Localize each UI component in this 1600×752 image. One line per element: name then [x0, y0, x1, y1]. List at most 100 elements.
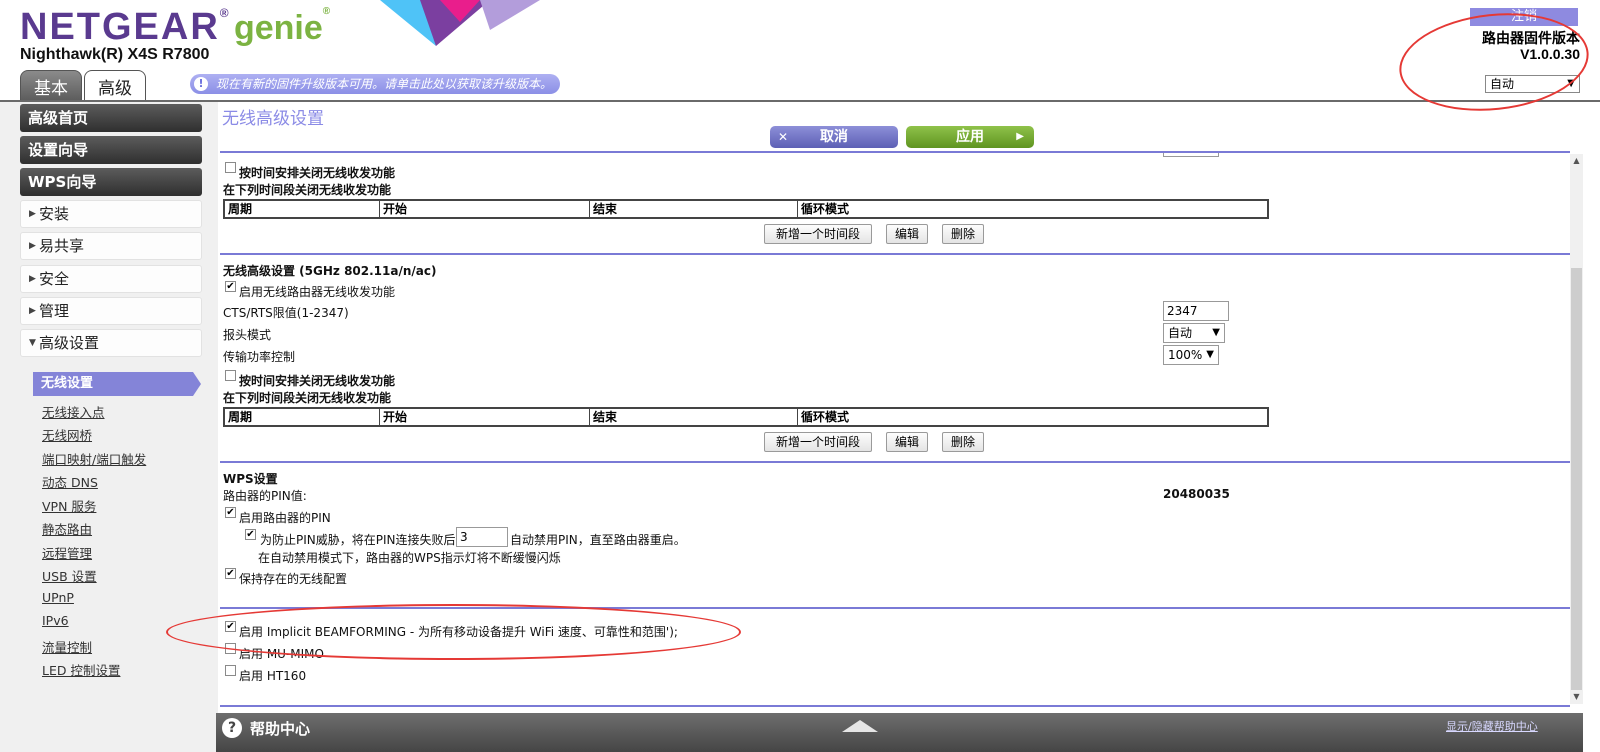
page-title: 无线高级设置	[222, 109, 324, 129]
top-tabs: 基本 高级	[20, 70, 146, 102]
brand-name: NETGEAR	[20, 6, 220, 48]
divider	[220, 253, 1570, 255]
apply-label: 应用	[956, 129, 984, 145]
add-period-button-24g[interactable]: 新增一个时间段	[764, 224, 872, 244]
col-repeat: 循环模式	[801, 202, 850, 216]
info-icon: !	[194, 77, 208, 91]
tab-advanced[interactable]: 高级	[84, 70, 146, 102]
sidebar-item-wps-wizard[interactable]: WPS向导	[20, 168, 202, 196]
edit-button-5g[interactable]: 编辑	[886, 432, 928, 452]
scroll-up-icon[interactable]: ▲	[1570, 154, 1583, 168]
schedule-off-checkbox-24g[interactable]	[225, 162, 236, 173]
sidebar-sub-port-forwarding[interactable]: 端口映射/端口触发	[42, 449, 146, 468]
keep-config-checkbox[interactable]: ✔	[225, 568, 236, 579]
sidebar-sub-usb-settings[interactable]: USB 设置	[42, 566, 97, 585]
partial-field	[1163, 153, 1219, 157]
router-pin-label: 路由器的PIN值:	[223, 489, 307, 503]
schedule-off-checkbox-5g[interactable]	[225, 370, 236, 381]
sidebar-sub-wireless-bridge[interactable]: 无线网桥	[42, 425, 92, 444]
wps-section-title: WPS设置	[223, 472, 278, 486]
preamble-value: 自动	[1168, 326, 1193, 340]
tx-power-select[interactable]: 100% ▼	[1163, 345, 1219, 365]
pin-protect-label-pre: 为防止PIN威胁，将在PIN连接失败后	[260, 533, 456, 547]
col-period: 周期	[225, 201, 380, 217]
sidebar-sub-remote-management[interactable]: 远程管理	[42, 543, 92, 562]
ht160-checkbox[interactable]	[225, 665, 236, 676]
sidebar-sub-wireless-ap[interactable]: 无线接入点	[42, 402, 105, 421]
tx-power-label: 传输功率控制	[223, 350, 296, 364]
triangle-down-icon: ▼	[29, 338, 36, 348]
chevron-down-icon: ▼	[1212, 327, 1220, 338]
scroll-down-icon[interactable]: ▼	[1570, 690, 1583, 704]
pin-lock-note: 在自动禁用模式下，路由器的WPS指示灯将不断缓慢闪烁	[258, 551, 561, 565]
add-period-button-5g[interactable]: 新增一个时间段	[764, 432, 872, 452]
enable-radio-checkbox-5g[interactable]: ✔	[225, 281, 236, 292]
firmware-update-notice[interactable]: ! 现在有新的固件升级版本可用。请单击此处以获取该升级版本。	[190, 74, 560, 94]
sidebar-sub-wireless-settings[interactable]: 无线设置	[33, 372, 201, 396]
col-end: 结束	[590, 409, 798, 425]
col-repeat: 循环模式	[801, 410, 850, 424]
triangle-right-icon: ▶	[29, 241, 36, 251]
router-pin-value: 20480035	[1163, 487, 1230, 501]
expand-arrow-icon[interactable]	[842, 720, 878, 732]
col-period: 周期	[225, 409, 380, 425]
triangle-right-icon: ▶	[29, 274, 36, 284]
toggle-help-link[interactable]: 显示/隐藏帮助中心	[1446, 718, 1538, 734]
sidebar-sub-vpn[interactable]: VPN 服务	[42, 496, 96, 515]
sidebar-item-label: 易共享	[39, 237, 85, 255]
cancel-button[interactable]: ✕ 取消	[770, 126, 898, 148]
sidebar-item-administration[interactable]: ▶ 管理	[20, 297, 202, 325]
sidebar: 高级首页 设置向导 WPS向导 ▶ 安装 ▶ 易共享 ▶ 安全 ▶ 管理 ▼ 高…	[0, 102, 218, 752]
help-center-title: 帮助中心	[250, 720, 311, 738]
schedule-table-24g: 周期 开始 结束 循环模式	[223, 199, 1269, 219]
edit-button-24g[interactable]: 编辑	[886, 224, 928, 244]
divider	[220, 705, 1570, 707]
close-icon: ✕	[778, 130, 789, 144]
triangle-right-icon: ▶	[29, 209, 36, 219]
router-model: Nighthawk(R) X4S R7800	[20, 46, 210, 63]
sidebar-sub-traffic-meter[interactable]: 流量控制	[42, 637, 92, 656]
sidebar-item-readyshare[interactable]: ▶ 易共享	[20, 232, 202, 260]
help-center-bar: ? 帮助中心 显示/隐藏帮助中心	[216, 713, 1583, 752]
cts-rts-input[interactable]: 2347	[1163, 301, 1229, 321]
sidebar-item-advanced-home[interactable]: 高级首页	[20, 104, 202, 132]
cts-rts-label: CTS/RTS限值(1-2347)	[223, 306, 349, 320]
schedule-off-label-24g: 按时间安排关闭无线收发功能	[239, 166, 396, 180]
sidebar-sub-led-control[interactable]: LED 控制设置	[42, 660, 120, 679]
enable-pin-checkbox[interactable]: ✔	[225, 507, 236, 518]
divider	[220, 461, 1570, 463]
col-end: 结束	[590, 201, 798, 217]
sidebar-sub-ipv6[interactable]: IPv6	[42, 613, 69, 628]
sidebar-sub-upnp[interactable]: UPnP	[42, 590, 74, 605]
question-icon: ?	[222, 718, 242, 738]
sidebar-item-label: 安全	[39, 270, 70, 288]
preamble-select[interactable]: 自动 ▼	[1163, 323, 1225, 343]
pin-fail-count-input[interactable]: 3	[456, 527, 508, 547]
chevron-down-icon: ▼	[1206, 349, 1214, 360]
header-decoration	[380, 0, 540, 46]
sidebar-sub-static-routes[interactable]: 静态路由	[42, 519, 92, 538]
col-start: 开始	[380, 201, 590, 217]
ht160-label: 启用 HT160	[239, 669, 307, 683]
apply-button[interactable]: 应用 ▶	[906, 126, 1034, 148]
sidebar-item-advanced-setup[interactable]: ▼ 高级设置	[20, 329, 202, 357]
sidebar-item-setup-wizard[interactable]: 设置向导	[20, 136, 202, 164]
pin-protect-checkbox[interactable]: ✔	[245, 529, 256, 540]
keep-config-label: 保持存在的无线配置	[239, 572, 348, 586]
header: NETGEAR® genie® Nighthawk(R) X4S R7800 基…	[0, 0, 1600, 102]
netgear-logo: NETGEAR® genie®	[20, 6, 330, 49]
cancel-label: 取消	[820, 129, 848, 145]
delete-button-5g[interactable]: 删除	[942, 432, 984, 452]
delete-button-24g[interactable]: 删除	[942, 224, 984, 244]
tab-basic[interactable]: 基本	[20, 70, 82, 102]
sidebar-item-label: 安装	[39, 205, 70, 223]
pin-protect-label-post: 自动禁用PIN，直至路由器重启。	[510, 533, 686, 547]
section-5ghz-title: 无线高级设置 (5GHz 802.11a/n/ac)	[223, 264, 437, 278]
sidebar-sub-dynamic-dns[interactable]: 动态 DNS	[42, 472, 98, 491]
sidebar-item-security[interactable]: ▶ 安全	[20, 265, 202, 293]
vertical-scrollbar[interactable]: ▲ ▼	[1570, 154, 1583, 704]
sidebar-item-setup[interactable]: ▶ 安装	[20, 200, 202, 228]
schedule-caption-24g: 在下列时间段关闭无线收发功能	[223, 183, 392, 197]
scrollbar-thumb[interactable]	[1571, 268, 1582, 690]
genie-name: genie	[233, 9, 323, 47]
